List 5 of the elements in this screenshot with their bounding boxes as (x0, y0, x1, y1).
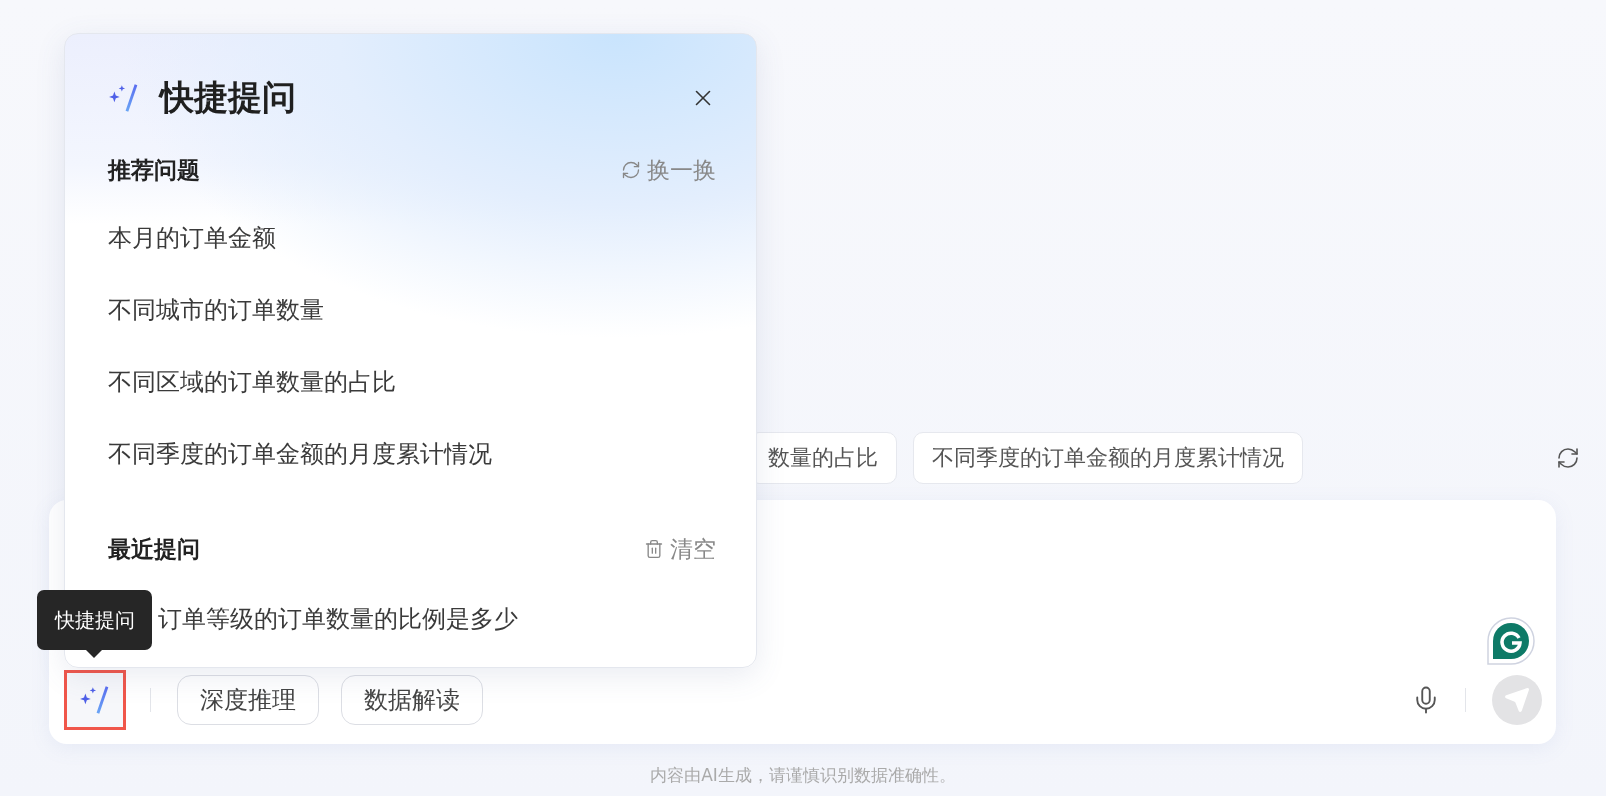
section-heading: 最近提问 (108, 534, 200, 564)
popup-title: 快捷提问 (160, 76, 296, 119)
disclaimer-text: 内容由AI生成，请谨慎识别数据准确性。 (650, 764, 956, 787)
tooltip: 快捷提问 (37, 590, 152, 650)
section-heading: 推荐问题 (108, 155, 200, 185)
